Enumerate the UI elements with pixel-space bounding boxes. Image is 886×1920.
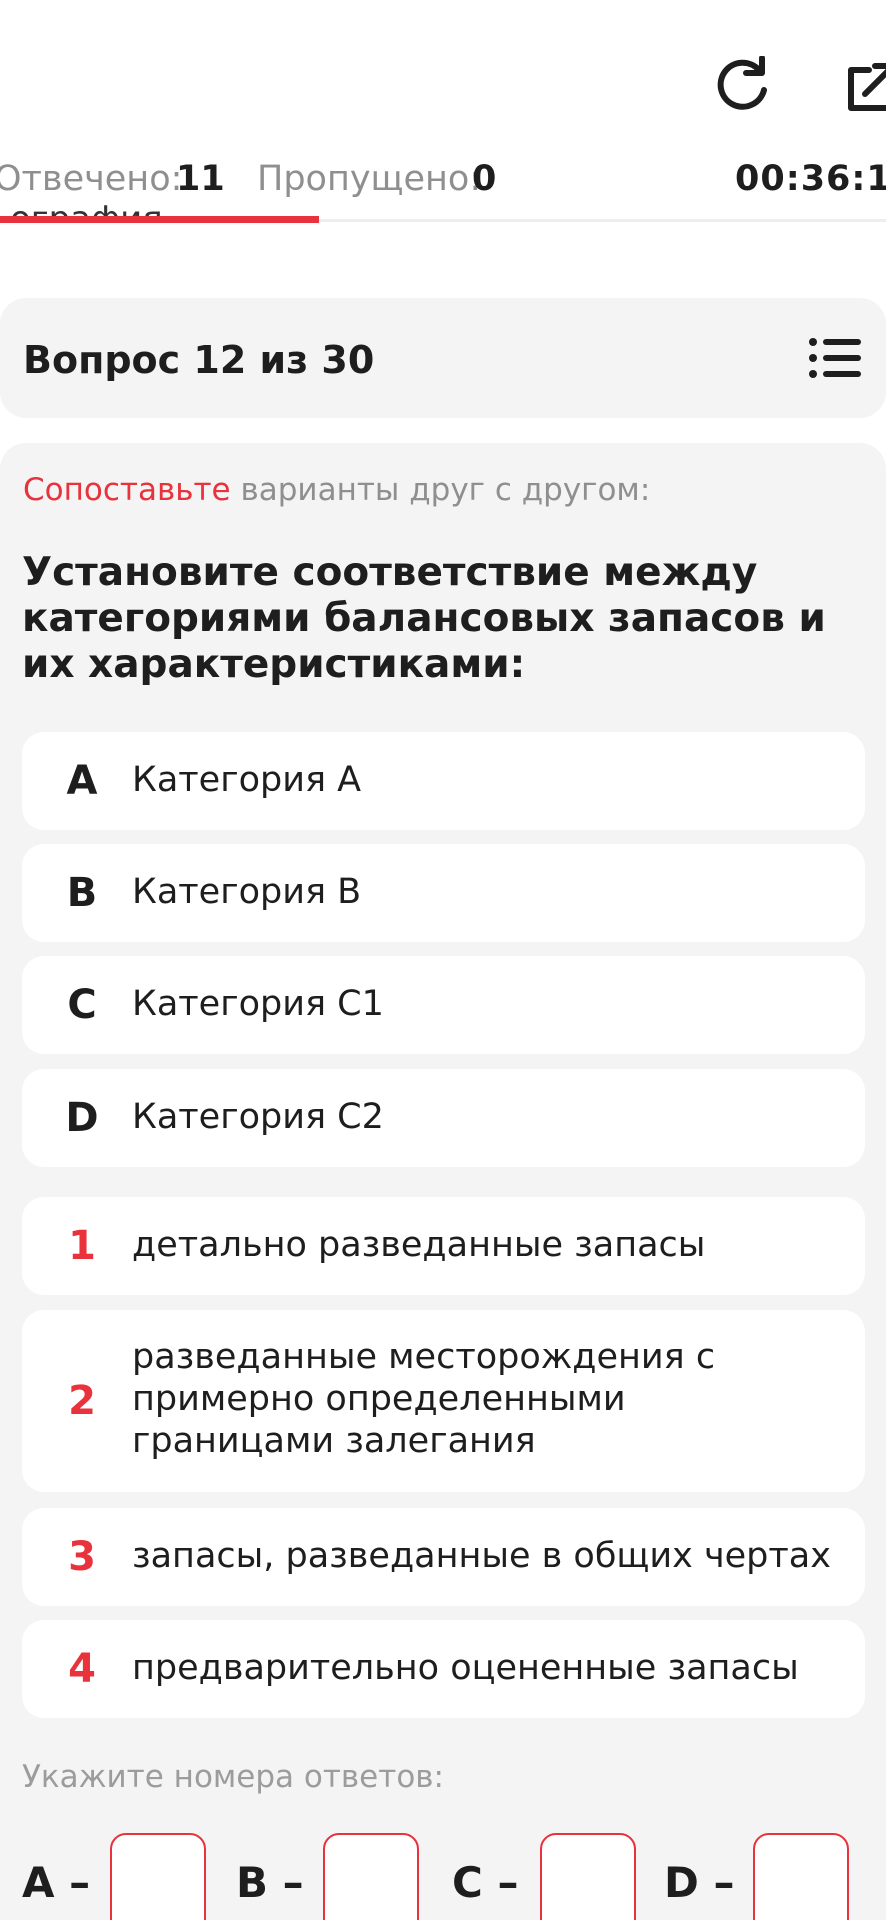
match-number: 4 [68,1646,96,1692]
answer-label-a: A – [22,1858,91,1907]
answer-input-a[interactable] [110,1833,206,1920]
question-text: Установите соответствие между категориям… [22,550,826,687]
match-number: 1 [68,1223,96,1269]
option-card[interactable]: B Категория В [22,844,865,942]
match-text: запасы, разведанные в общих чертах [132,1536,831,1576]
match-text: предварительно оцененные запасы [132,1648,799,1688]
option-text: Категория А [132,760,362,800]
match-card[interactable]: 2 разведанные месторождения с примерно о… [22,1310,865,1492]
answer-input-d[interactable] [753,1833,849,1920]
match-card[interactable]: 3 запасы, разведанные в общих чертах [22,1508,865,1606]
instruction-text: варианты друг с другом: [230,472,651,508]
quiz-screen: Отвечено: 11 Пропущено: 0 00:36:13 ограф… [0,0,886,1920]
match-card[interactable]: 1 детально разведанные запасы [22,1197,865,1295]
answer-label-d: D – [664,1858,735,1907]
answer-input-c[interactable] [540,1833,636,1920]
answer-label-c: C – [452,1858,519,1907]
option-letter: A [66,758,98,804]
option-text: Категория В [132,872,362,912]
question-header: Вопрос 12 из 30 [0,298,886,418]
option-card[interactable]: D Категория С2 [22,1069,865,1167]
option-letter: B [66,870,98,916]
question-number: Вопрос 12 из 30 [23,338,375,382]
option-text: Категория С1 [132,984,384,1024]
top-bar [0,0,886,150]
timer: 00:36:13 [735,159,886,199]
refresh-icon[interactable] [712,56,772,116]
match-text-line: примерно определенными [132,1379,626,1419]
answer-label-b: B – [236,1858,304,1907]
option-letter: D [65,1095,99,1141]
answer-input-b[interactable] [323,1833,419,1920]
instruction-accent: Сопоставьте [23,472,231,508]
match-text: детально разведанные запасы [132,1225,706,1265]
answer-hint: Укажите номера ответов: [22,1759,444,1795]
option-card[interactable]: C Категория С1 [22,956,865,1054]
list-icon[interactable] [808,336,862,380]
match-number: 3 [68,1534,96,1580]
option-card[interactable]: A Категория А [22,732,865,830]
instruction: Сопоставьте варианты друг с другом: [23,470,650,510]
match-number: 2 [68,1378,96,1424]
option-letter: C [67,982,97,1028]
match-card[interactable]: 4 предварительно оцененные запасы [22,1620,865,1718]
match-text-line: разведанные месторождения с [132,1337,716,1377]
match-text-line: границами залегания [132,1421,536,1461]
progress-bar [0,216,319,223]
skipped-count: 0 [472,159,497,199]
external-link-icon[interactable] [845,62,886,112]
option-text: Категория С2 [132,1097,384,1137]
